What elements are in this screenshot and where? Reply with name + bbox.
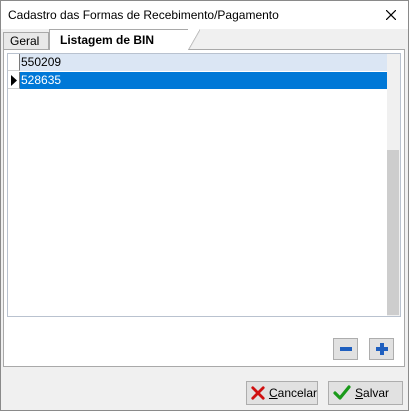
add-bin-button[interactable]: [369, 338, 394, 360]
row-indicator: [8, 54, 20, 71]
minus-icon: [339, 347, 352, 351]
bin-cell[interactable]: 528635: [20, 72, 388, 89]
tab-strip: Geral Listagem de BIN: [1, 29, 408, 50]
tab-panel: 550209 528635: [3, 49, 405, 367]
close-button[interactable]: [374, 1, 408, 29]
row-indicator: [8, 72, 20, 89]
tab-geral[interactable]: Geral: [3, 32, 49, 49]
table-row[interactable]: 528635: [8, 72, 388, 89]
close-icon: [386, 10, 396, 20]
scrollbar-thumb[interactable]: [387, 150, 399, 315]
vertical-scrollbar[interactable]: [387, 54, 400, 316]
tab-listagem-de-bin[interactable]: Listagem de BIN: [49, 29, 200, 50]
plus-icon: [375, 343, 388, 355]
title-bar: Cadastro das Formas de Recebimento/Pagam…: [1, 1, 408, 29]
cancel-button[interactable]: Cancelar: [246, 381, 318, 405]
save-button[interactable]: Salvar: [328, 381, 403, 405]
cancel-label: Cancelar: [268, 386, 317, 400]
save-label: Salvar: [355, 386, 390, 400]
table-row[interactable]: 550209: [8, 54, 388, 71]
remove-bin-button[interactable]: [333, 338, 358, 360]
cancel-x-icon: [251, 386, 265, 400]
window-title: Cadastro das Formas de Recebimento/Pagam…: [8, 8, 279, 22]
bin-cell[interactable]: 550209: [20, 54, 388, 71]
dialog-window: Cadastro das Formas de Recebimento/Pagam…: [0, 0, 409, 411]
checkmark-icon: [333, 385, 351, 400]
current-row-arrow-icon: [11, 75, 17, 86]
bin-grid[interactable]: 550209 528635: [7, 53, 401, 317]
